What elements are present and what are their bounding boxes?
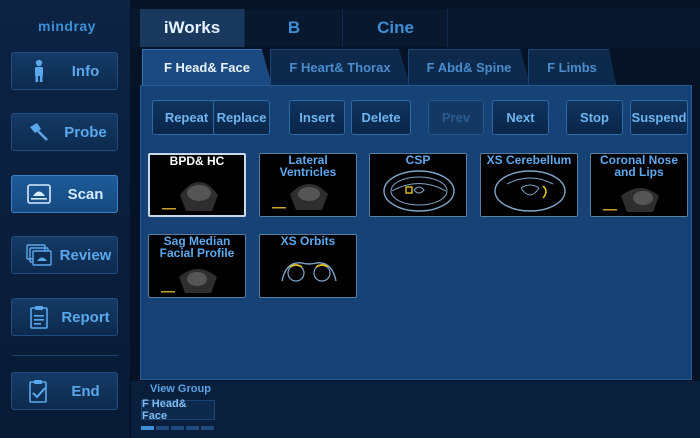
sidebar-item-label: End: [71, 382, 100, 400]
sidebar-item-review[interactable]: Review: [11, 236, 118, 274]
person-icon: [24, 56, 54, 86]
sidebar-item-label: Info: [71, 62, 100, 80]
view-label: XS Orbits: [280, 234, 336, 248]
pager-dot: [201, 426, 214, 430]
view-thumbnail-csp[interactable]: CSP: [369, 153, 467, 217]
sidebar-item-info[interactable]: Info: [11, 52, 118, 90]
subtab-abd-spine[interactable]: F Abd& Spine: [408, 49, 530, 85]
sidebar-item-scan[interactable]: Scan: [11, 175, 118, 213]
view-label: CSP: [405, 153, 431, 167]
scan-icon: [24, 179, 54, 209]
view-group-bar: [131, 381, 700, 438]
brand-logo: mindray: [38, 18, 96, 34]
view-thumbnail-lateral-ventricles[interactable]: Lateral Ventricles: [259, 153, 357, 217]
replace-button[interactable]: Replace: [213, 100, 270, 135]
pager-dot: [171, 426, 184, 430]
sidebar-item-label: Probe: [64, 123, 107, 141]
view-thumbnail-sag-median-facial-profile[interactable]: Sag Median Facial Profile: [148, 234, 246, 298]
report-icon: [24, 302, 54, 332]
tab-cine[interactable]: Cine: [344, 9, 448, 47]
sidebar-item-probe[interactable]: Probe: [11, 113, 118, 151]
view-group-pager: [141, 426, 214, 430]
view-label: XS Cerebellum: [486, 153, 572, 167]
insert-button[interactable]: Insert: [289, 100, 345, 135]
sidebar-item-label: Review: [59, 246, 112, 264]
sidebar-divider: [12, 355, 118, 356]
view-label: Sag Median Facial Profile: [159, 234, 235, 260]
pager-dot: [141, 426, 154, 430]
view-label: Coronal Nose and Lips: [599, 153, 678, 179]
view-thumbnail-xs-cerebellum[interactable]: XS Cerebellum: [480, 153, 578, 217]
suspend-button[interactable]: Suspend: [630, 100, 688, 135]
subtab-limbs[interactable]: F Limbs: [528, 49, 616, 85]
delete-button[interactable]: Delete: [351, 100, 411, 135]
subtab-head-face[interactable]: F Head& Face: [142, 49, 272, 85]
view-thumbnail-bpd-hc[interactable]: BPD& HC: [148, 153, 246, 217]
view-thumbnail-coronal-nose-lips[interactable]: Coronal Nose and Lips: [590, 153, 688, 217]
iworks-panel: Repeat Replace Insert Delete Prev Next S…: [140, 85, 692, 380]
view-label: BPD& HC: [169, 154, 225, 168]
pager-dot: [186, 426, 199, 430]
view-thumbnail-xs-orbits[interactable]: XS Orbits: [259, 234, 357, 298]
sidebar-item-end[interactable]: End: [11, 372, 118, 410]
subtab-heart-thorax[interactable]: F Heart& Thorax: [270, 49, 410, 85]
stop-button[interactable]: Stop: [566, 100, 623, 135]
view-group-title: View Group: [150, 383, 211, 395]
review-icon: [24, 240, 54, 270]
view-group-item[interactable]: F Head& Face: [141, 398, 215, 422]
probe-icon: [24, 117, 54, 147]
repeat-button[interactable]: Repeat: [152, 100, 221, 135]
next-button[interactable]: Next: [492, 100, 549, 135]
sidebar: mindray Info Probe Scan Review Report En…: [0, 0, 130, 438]
tab-b[interactable]: B: [246, 9, 343, 47]
sidebar-item-label: Report: [61, 308, 110, 326]
pager-dot: [156, 426, 169, 430]
prev-button[interactable]: Prev: [428, 100, 484, 135]
view-label: Lateral Ventricles: [279, 153, 337, 179]
sidebar-item-label: Scan: [67, 185, 104, 203]
end-icon: [24, 376, 54, 406]
tab-iworks[interactable]: iWorks: [140, 9, 245, 47]
sidebar-item-report[interactable]: Report: [11, 298, 118, 336]
